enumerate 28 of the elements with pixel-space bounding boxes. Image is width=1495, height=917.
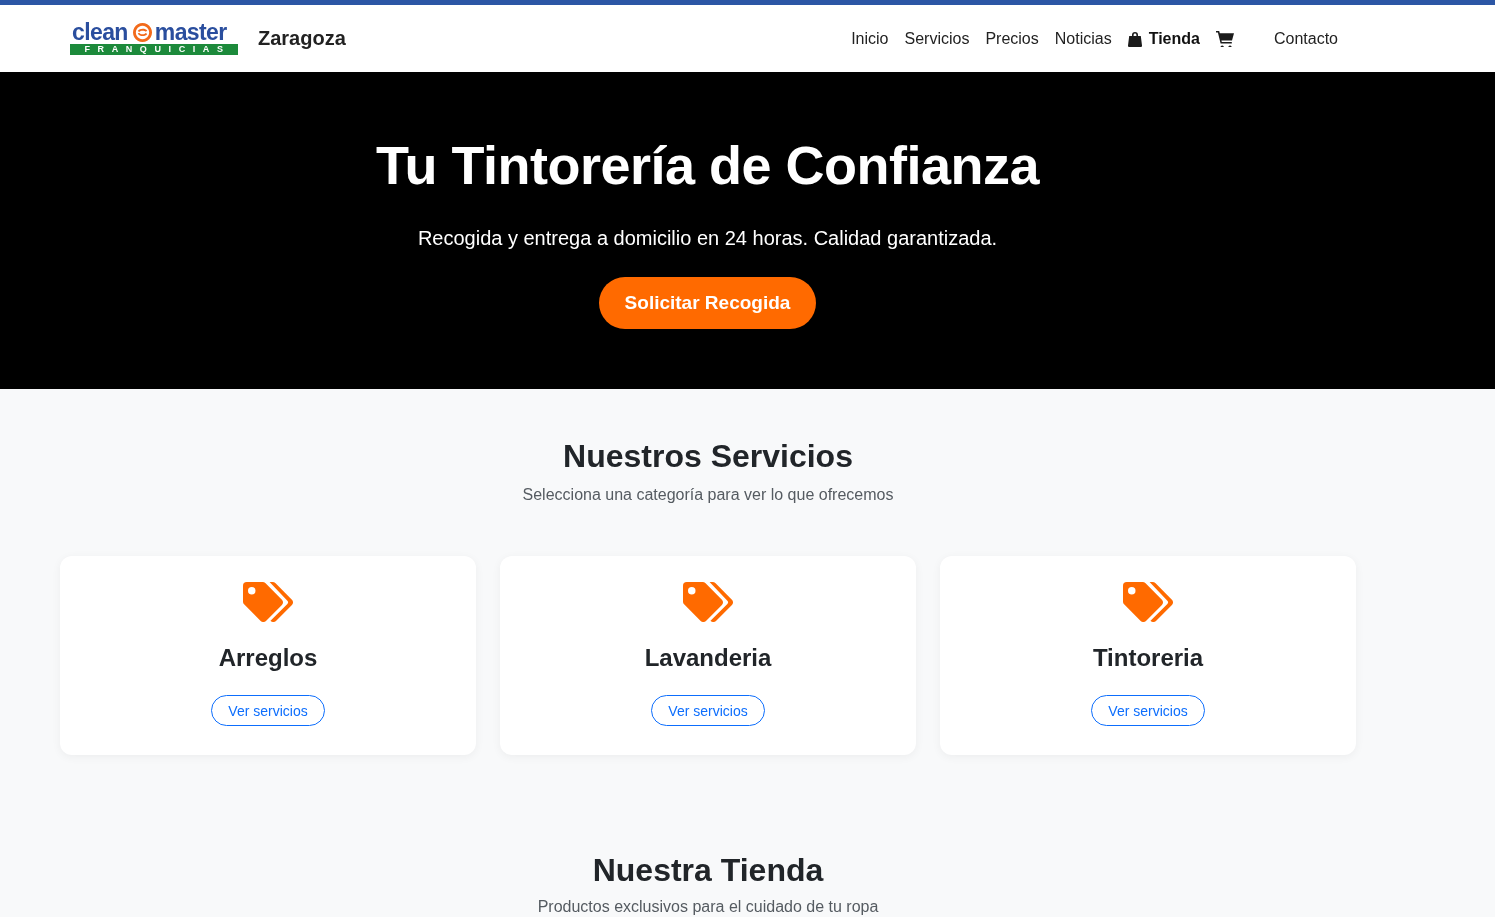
section-title: Nuestros Servicios <box>563 437 853 475</box>
tags-icon <box>243 582 293 622</box>
city-name: Zaragoza <box>258 27 346 50</box>
tags-icon <box>1123 582 1173 622</box>
nav-link[interactable]: Noticias <box>1046 21 1120 56</box>
nav-link[interactable]: Contacto <box>1265 21 1346 56</box>
logo-text: master <box>154 22 227 43</box>
tags-icon <box>683 582 733 622</box>
view-services-button[interactable]: Ver servicios <box>211 695 325 726</box>
nav-link[interactable]: Precios <box>977 21 1047 56</box>
logo-tagline: FRANQUICIAS <box>70 44 238 55</box>
hero-subtitle: Recogida y entrega a domicilio en 24 horas. Calidad garantizada. <box>417 226 998 251</box>
nav-link[interactable]: Servicios <box>896 21 978 56</box>
nav-link[interactable]: Tienda <box>1119 21 1208 56</box>
section-subtitle: Productos exclusivos para el cuidado de tu ropa <box>537 897 879 916</box>
card-title: Tintoreria <box>1092 643 1204 672</box>
logo-emblem-icon <box>132 23 152 42</box>
card-title: Lavanderia <box>644 643 772 672</box>
shopping-bag-icon <box>1127 30 1142 47</box>
hero-title: Tu Tintorería de Confianza <box>375 134 1040 197</box>
view-services-button[interactable]: Ver servicios <box>651 695 765 726</box>
card-title: Arreglos <box>218 643 318 672</box>
view-services-button[interactable]: Ver servicios <box>1091 695 1205 726</box>
logo-text: clean <box>72 22 128 43</box>
cart-icon <box>1215 30 1234 47</box>
section-subtitle: Selecciona una categoría para ver lo que ofrecemos <box>522 485 894 505</box>
section-title: Nuestra Tienda <box>592 851 824 889</box>
nav-link[interactable]: Inicio <box>843 21 897 56</box>
